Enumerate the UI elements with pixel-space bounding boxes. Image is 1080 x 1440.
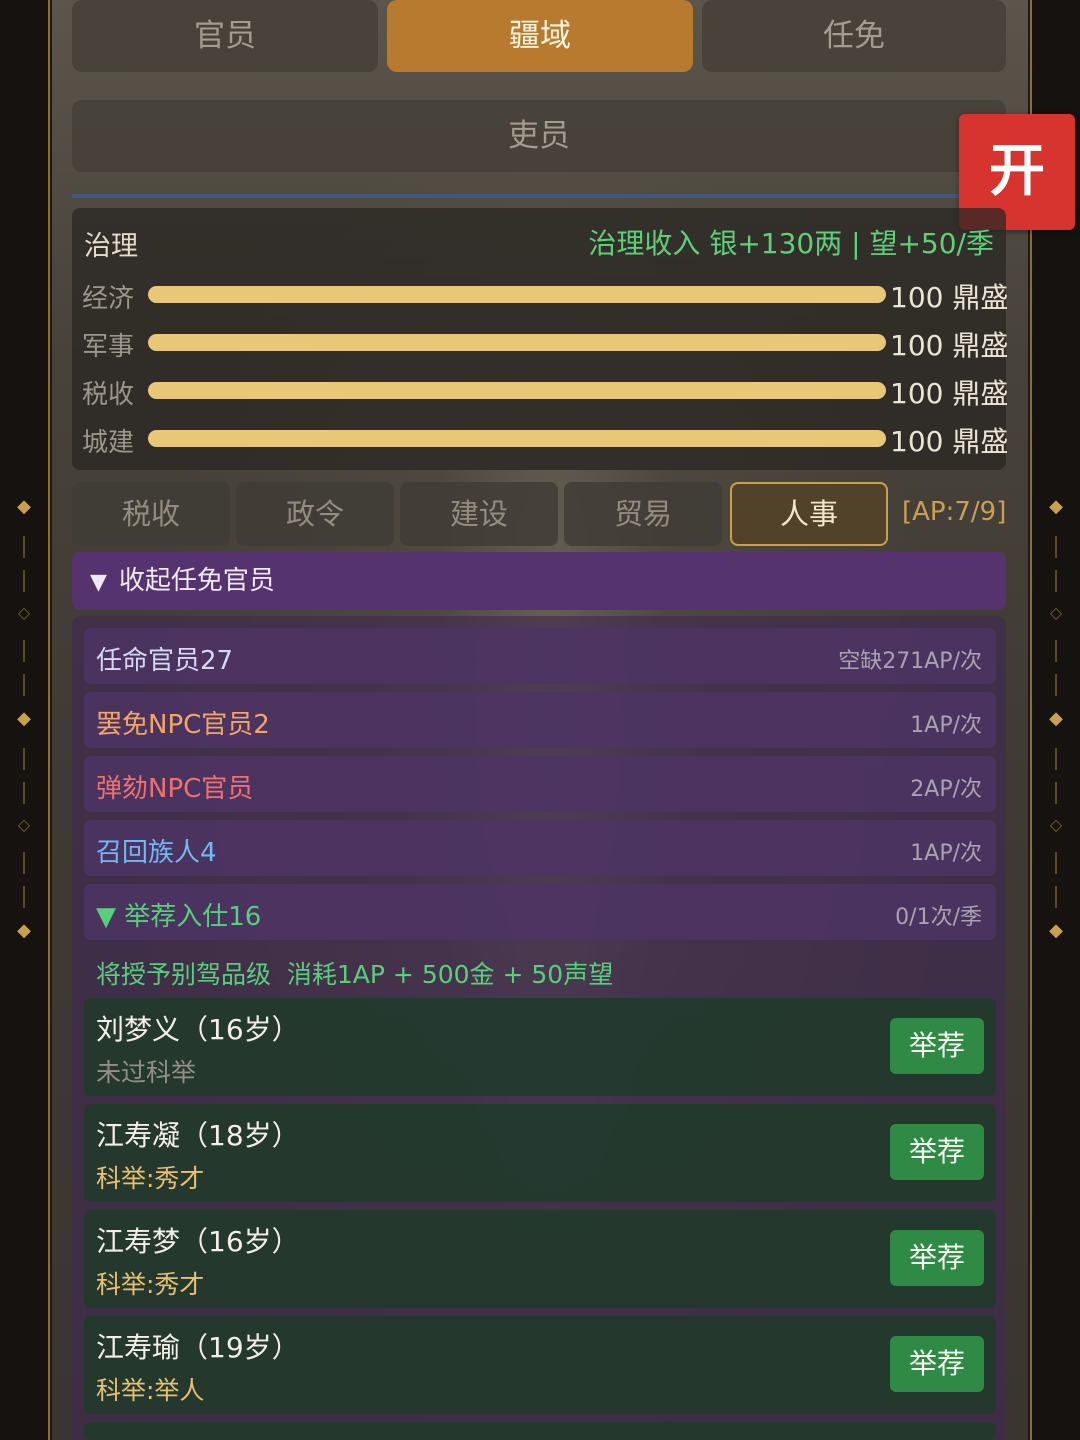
action-label: ▼ 举荐入仕16 xyxy=(96,902,262,932)
collapse-appointments-toggle[interactable]: ▼ 收起任免官员 xyxy=(72,552,1006,610)
stat-progress-fill xyxy=(148,430,886,447)
diamond-ornament-icon: ◆ xyxy=(17,496,31,517)
recommend-button[interactable]: 举荐 xyxy=(890,1336,984,1392)
divider xyxy=(23,852,25,874)
diamond-ornament-icon: ◆ xyxy=(1049,920,1063,941)
action-cost: 1AP/次 xyxy=(910,841,982,866)
hollow-diamond-icon: ◇ xyxy=(17,603,31,622)
action-cost: 0/1次/季 xyxy=(895,905,982,930)
recommend-button[interactable]: 举荐 xyxy=(890,1018,984,1074)
stat-row-military: 军事 100 鼎盛 xyxy=(82,322,1008,362)
candidate-exam-status: 科举:举人 xyxy=(96,1376,205,1405)
divider xyxy=(23,748,25,770)
action-dismiss-npc-official[interactable]: 罢免NPC官员2 1AP/次 xyxy=(84,692,996,748)
divider xyxy=(23,536,25,558)
divider xyxy=(72,194,1006,198)
tab-appointments[interactable]: 任免 xyxy=(702,0,1006,72)
candidate-exam-status: 未过科举 xyxy=(96,1058,197,1087)
stat-progress-fill xyxy=(148,382,886,399)
divider xyxy=(23,782,25,804)
action-label: 罢免NPC官员2 xyxy=(96,710,270,740)
stat-value: 100 鼎盛 xyxy=(890,377,1009,410)
action-appoint-official[interactable]: 任命官员27 空缺271AP/次 xyxy=(84,628,996,684)
stat-progress-bar xyxy=(148,382,886,399)
candidate-row: 刘梦义（16岁） 未过科举 举荐 xyxy=(84,998,996,1096)
action-cost: 空缺271AP/次 xyxy=(838,649,982,674)
left-border-rail: ◆ ◇ ◆ ◇ ◆ xyxy=(0,0,50,1440)
tab-tax[interactable]: 税收 xyxy=(72,482,230,546)
stat-label: 经济 xyxy=(82,284,135,314)
stat-progress-bar xyxy=(148,430,886,447)
divider xyxy=(1055,886,1057,908)
tab-personnel[interactable]: 人事 xyxy=(730,482,888,546)
diamond-ornament-icon: ◆ xyxy=(17,920,31,941)
divider xyxy=(1055,536,1057,558)
candidate-name: 江寿瑜（19岁） xyxy=(96,1331,300,1364)
stat-label: 军事 xyxy=(82,332,135,362)
stat-progress-bar xyxy=(148,286,886,303)
diamond-ornament-icon: ◆ xyxy=(1049,708,1063,729)
action-label: 弹劾NPC官员 xyxy=(96,774,254,804)
candidate-name: 江寿凝（18岁） xyxy=(96,1119,300,1152)
divider xyxy=(1055,570,1057,592)
stat-value: 100 鼎盛 xyxy=(890,425,1009,458)
tab-territory[interactable]: 疆域 xyxy=(387,0,693,72)
recommend-button[interactable]: 举荐 xyxy=(890,1124,984,1180)
candidate-row xyxy=(84,1422,996,1440)
candidate-exam-status: 科举:秀才 xyxy=(96,1164,205,1193)
action-impeach-npc-official[interactable]: 弹劾NPC官员 2AP/次 xyxy=(84,756,996,812)
action-points-label: [AP:7/9] xyxy=(902,497,1007,527)
candidate-row: 江寿凝（18岁） 科举:秀才 举荐 xyxy=(84,1104,996,1202)
stat-progress-fill xyxy=(148,334,886,351)
action-cost: 1AP/次 xyxy=(910,713,982,738)
action-recall-clansman[interactable]: 召回族人4 1AP/次 xyxy=(84,820,996,876)
divider xyxy=(1055,748,1057,770)
tab-clerks[interactable]: 吏员 xyxy=(72,100,1006,172)
candidate-row: 江寿瑜（19岁） 科举:举人 举荐 xyxy=(84,1316,996,1414)
candidate-name: 刘梦义（16岁） xyxy=(96,1013,300,1046)
action-recommend-toggle[interactable]: ▼ 举荐入仕16 0/1次/季 xyxy=(84,884,996,940)
divider xyxy=(1055,782,1057,804)
tab-construction[interactable]: 建设 xyxy=(400,482,558,546)
tab-decrees[interactable]: 政令 xyxy=(236,482,394,546)
candidate-row: 江寿梦（16岁） 科举:秀才 举荐 xyxy=(84,1210,996,1308)
hollow-diamond-icon: ◇ xyxy=(17,815,31,834)
divider xyxy=(1055,674,1057,696)
diamond-ornament-icon: ◆ xyxy=(1049,496,1063,517)
governance-income: 治理收入 银+130两 | 望+50/季 xyxy=(588,227,994,260)
hollow-diamond-icon: ◇ xyxy=(1049,603,1063,622)
recommend-button[interactable]: 举荐 xyxy=(890,1230,984,1286)
stat-value: 100 鼎盛 xyxy=(890,329,1009,362)
candidate-exam-status: 科举:秀才 xyxy=(96,1270,205,1299)
stat-value: 100 鼎盛 xyxy=(890,281,1009,314)
governance-panel: 治理 治理收入 银+130两 | 望+50/季 经济 100 鼎盛 军事 100… xyxy=(72,208,1008,470)
divider xyxy=(23,570,25,592)
tab-trade[interactable]: 贸易 xyxy=(564,482,722,546)
divider xyxy=(23,886,25,908)
stat-progress-bar xyxy=(148,334,886,351)
action-label: 任命官员27 xyxy=(96,646,234,676)
divider xyxy=(23,674,25,696)
triangle-down-icon: ▼ xyxy=(90,570,107,595)
diamond-ornament-icon: ◆ xyxy=(17,708,31,729)
candidate-name: 江寿梦（16岁） xyxy=(96,1225,300,1258)
action-label: 召回族人4 xyxy=(96,838,217,868)
stat-label: 税收 xyxy=(82,380,135,410)
divider xyxy=(1055,640,1057,662)
stat-progress-fill xyxy=(148,286,886,303)
governance-title: 治理 xyxy=(84,231,138,262)
tab-officials[interactable]: 官员 xyxy=(72,0,378,72)
collapse-label: 收起任免官员 xyxy=(118,566,275,596)
hollow-diamond-icon: ◇ xyxy=(1049,815,1063,834)
stat-label: 城建 xyxy=(82,428,135,458)
recommend-cost-note: 将授予别驾品级 消耗1AP + 500金 + 50声望 xyxy=(96,960,614,989)
stat-row-economy: 经济 100 鼎盛 xyxy=(82,274,1008,314)
stat-row-tax: 税收 100 鼎盛 xyxy=(82,370,1008,410)
divider xyxy=(1055,852,1057,874)
action-cost: 2AP/次 xyxy=(910,777,982,802)
stat-row-construction: 城建 100 鼎盛 xyxy=(82,418,1008,458)
divider xyxy=(23,640,25,662)
